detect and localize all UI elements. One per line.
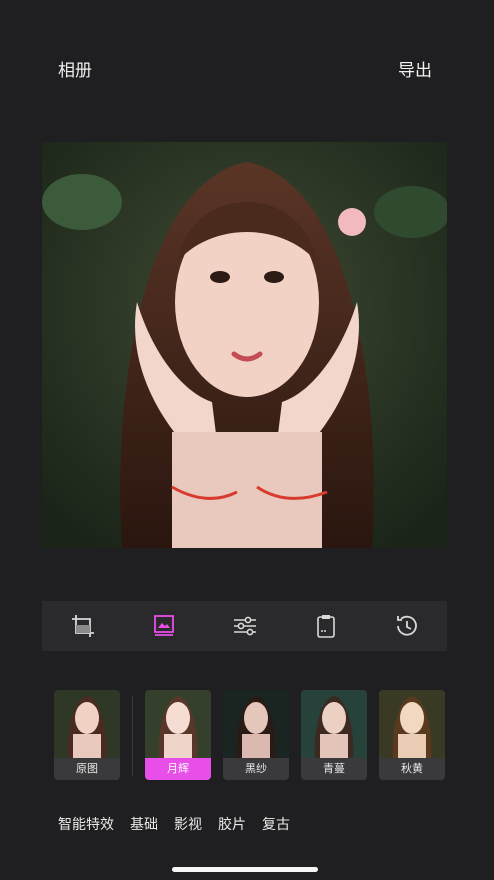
category-film-tv[interactable]: 影视 — [174, 814, 202, 834]
filter-qiuhuang[interactable]: 秋黄 — [379, 690, 445, 780]
crop-icon — [71, 615, 94, 637]
category-basic[interactable]: 基础 — [130, 814, 158, 834]
category-retro[interactable]: 复古 — [262, 814, 290, 834]
filter-thumbnail — [301, 690, 367, 758]
filter-label: 秋黄 — [379, 758, 445, 780]
filter-thumbnail — [223, 690, 289, 758]
filter-tool[interactable] — [144, 606, 184, 646]
filter-label: 黑纱 — [223, 758, 289, 780]
filter-thumbnail — [54, 690, 120, 758]
photo-preview — [42, 142, 447, 548]
filter-thumbnail — [379, 690, 445, 758]
filter-yuehui[interactable]: 月辉 — [145, 690, 211, 780]
clipboard-tool[interactable] — [306, 606, 346, 646]
history-tool[interactable] — [387, 606, 427, 646]
edit-toolbar — [42, 601, 447, 651]
album-button[interactable]: 相册 — [58, 56, 92, 81]
filter-heisha[interactable]: 黑纱 — [223, 690, 289, 780]
top-bar: 相册 导出 — [0, 0, 494, 130]
filter-qingman[interactable]: 青蔓 — [301, 690, 367, 780]
category-film[interactable]: 胶片 — [218, 814, 246, 834]
filter-thumbnail — [145, 690, 211, 758]
filter-strip: 原图 月辉 黑纱 青蔓 秋黄 — [0, 690, 494, 784]
filter-label: 青蔓 — [301, 758, 367, 780]
export-button[interactable]: 导出 — [398, 56, 432, 81]
adjust-sliders-icon — [233, 616, 256, 636]
category-smart-effects[interactable]: 智能特效 — [58, 814, 114, 834]
filter-label: 月辉 — [145, 758, 211, 780]
crop-tool[interactable] — [63, 606, 103, 646]
clipboard-icon — [316, 615, 335, 638]
filter-divider — [132, 696, 133, 776]
filter-categories: 智能特效 基础 影视 胶片 复古 — [58, 814, 290, 834]
adjust-tool[interactable] — [225, 606, 265, 646]
history-restore-icon — [396, 615, 417, 636]
filter-label: 原图 — [54, 758, 120, 780]
filter-original[interactable]: 原图 — [54, 690, 120, 780]
home-indicator[interactable] — [172, 867, 318, 872]
image-filter-icon — [153, 615, 174, 636]
